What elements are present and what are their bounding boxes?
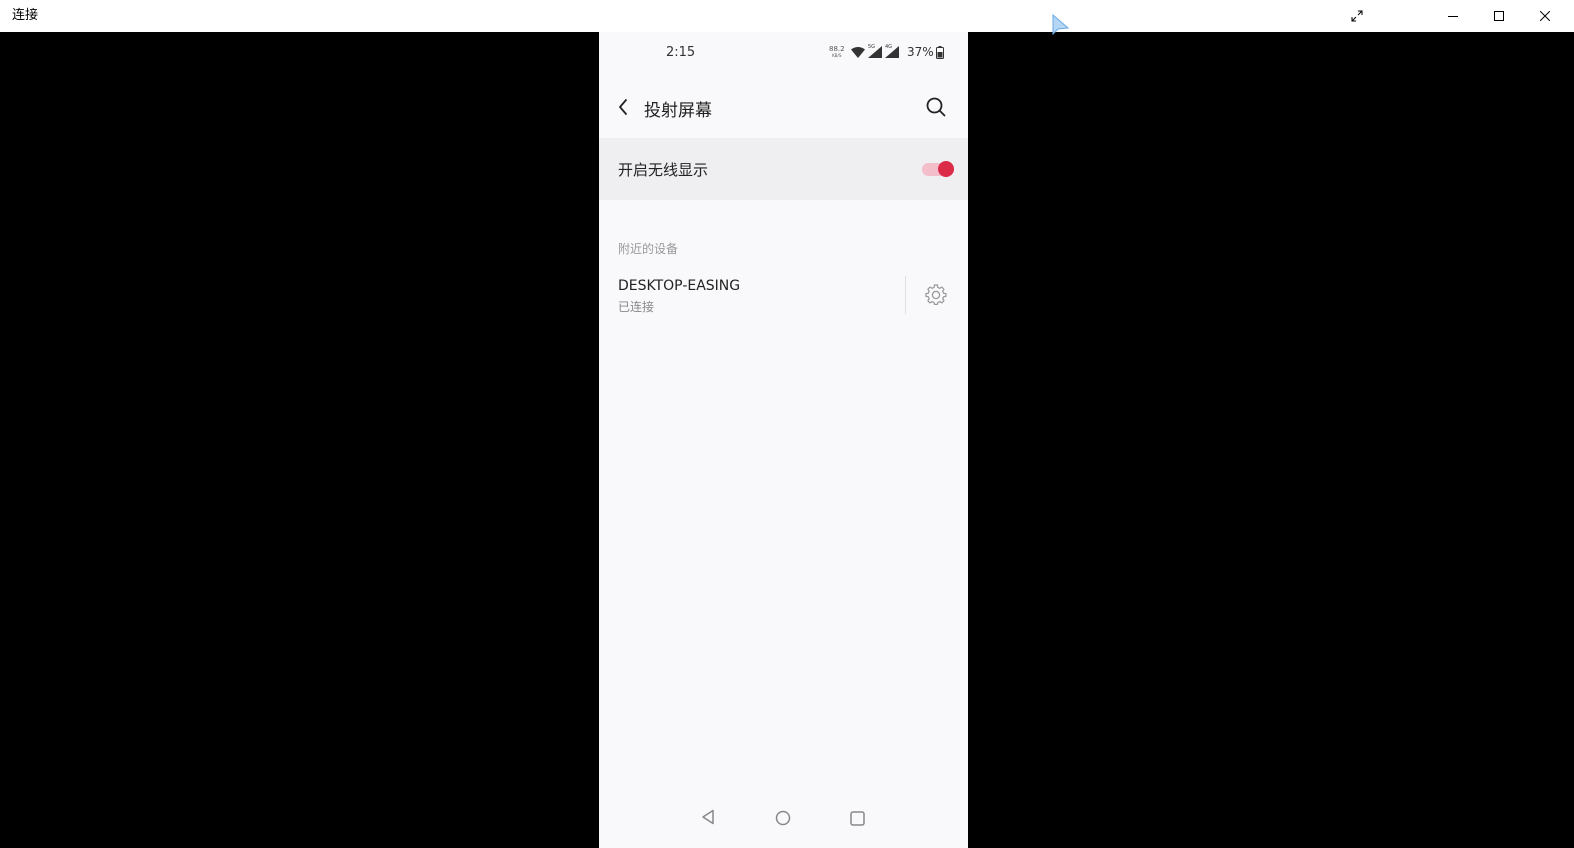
triangle-back-icon[interactable] (701, 809, 715, 825)
network-5g-label: 5G (868, 44, 876, 50)
status-time: 2:15 (666, 45, 696, 60)
maximize-icon (1494, 11, 1504, 21)
page-title: 投射屏幕 (644, 101, 712, 121)
device-row[interactable]: DESKTOP-EASING 已连接 (599, 268, 968, 324)
wireless-display-label: 开启无线显示 (618, 161, 709, 179)
close-button[interactable] (1522, 0, 1568, 32)
fullscreen-button[interactable] (1334, 0, 1380, 32)
navigation-bar (599, 802, 968, 834)
search-icon[interactable] (925, 96, 947, 118)
device-name: DESKTOP-EASING (618, 278, 741, 294)
network-4g-label: 4G (885, 44, 893, 50)
back-arrow-icon[interactable] (617, 97, 629, 117)
close-icon (1540, 11, 1550, 21)
toggle-knob (938, 161, 954, 177)
phone-screen: 2:15 88.2 KB/S 5G 4G 37% 投射屏幕 开启无线显示 附近的… (599, 32, 968, 848)
signal-5g: 5G (868, 44, 882, 58)
network-speed-value: 88.2 (829, 45, 845, 53)
status-icons: 5G 4G (851, 44, 899, 58)
window-title: 连接 (12, 8, 39, 23)
network-speed-unit: KB/S (832, 53, 842, 58)
signal-4g: 4G (885, 44, 899, 58)
divider (905, 276, 906, 314)
gear-icon[interactable] (925, 284, 947, 306)
window-title-bar: 连接 (0, 0, 1574, 32)
expand-icon (1351, 10, 1363, 22)
battery-icon (936, 46, 944, 59)
minimize-icon (1448, 16, 1458, 17)
battery-percent: 37% (907, 45, 934, 59)
network-speed: 88.2 KB/S (829, 45, 845, 59)
minimize-button[interactable] (1430, 0, 1476, 32)
maximize-button[interactable] (1476, 0, 1522, 32)
wireless-display-row[interactable]: 开启无线显示 (599, 138, 968, 200)
device-status: 已连接 (618, 300, 655, 314)
circle-home-icon[interactable] (775, 810, 791, 826)
status-bar: 2:15 88.2 KB/S 5G 4G 37% (599, 32, 968, 74)
wifi-icon (851, 46, 865, 58)
nearby-devices-label: 附近的设备 (618, 242, 679, 256)
page-header: 投射屏幕 (599, 84, 968, 130)
mouse-cursor-icon (1052, 14, 1070, 36)
wireless-display-toggle[interactable] (921, 160, 955, 178)
square-recent-icon[interactable] (850, 811, 865, 826)
